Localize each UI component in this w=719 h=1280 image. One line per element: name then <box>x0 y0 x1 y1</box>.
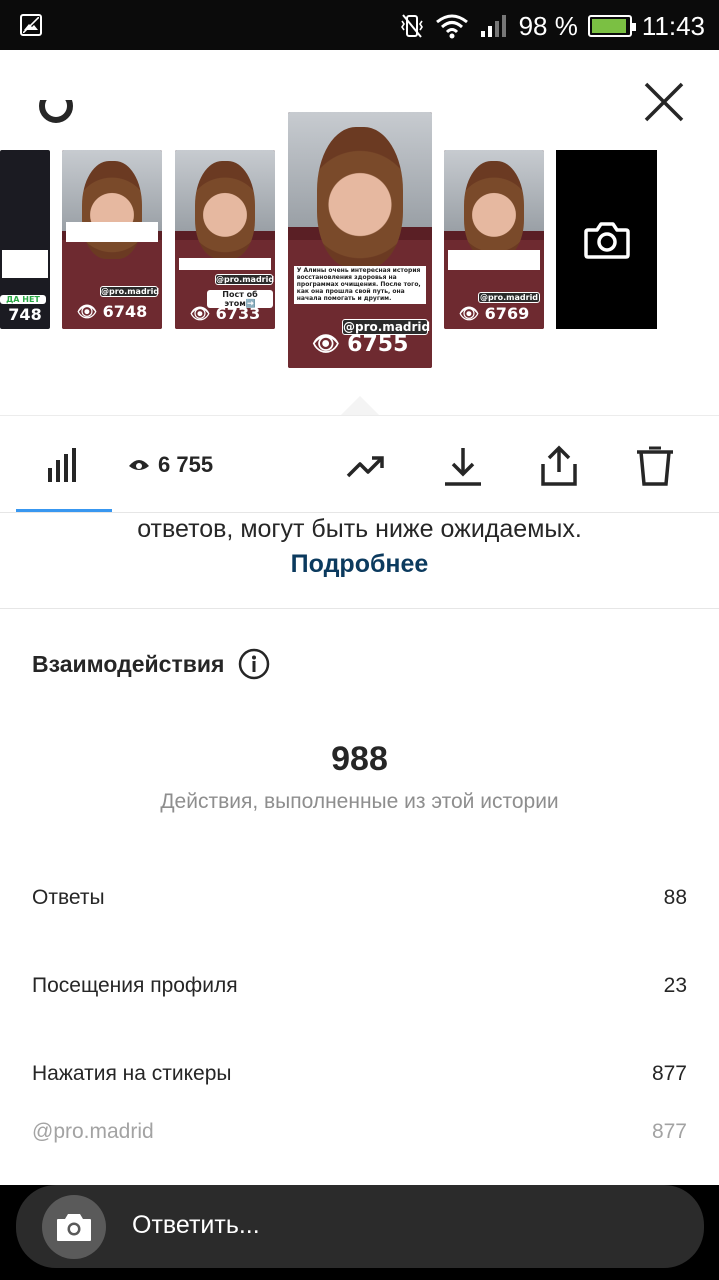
info-icon[interactable] <box>238 648 270 680</box>
reply-placeholder: Ответить... <box>132 1211 260 1239</box>
story-mention-tag: @pro.madrid <box>215 274 275 285</box>
add-story-camera-tile[interactable] <box>556 150 657 329</box>
metric-label: Нажатия на стикеры <box>32 1062 232 1085</box>
share-icon[interactable] <box>537 444 581 488</box>
metric-value: 88 <box>663 886 687 909</box>
interactions-subtitle: Действия, выполненные из этой истории <box>160 790 559 813</box>
section-title: Взаимодействия <box>32 648 270 680</box>
camera-icon <box>57 1214 91 1241</box>
settings-gear-icon[interactable] <box>32 100 80 130</box>
story-thumbnail[interactable]: @pro.madrid Пост об этом➡️ 👁 6733 <box>175 150 275 329</box>
story-thumbnail[interactable]: @pro.madrid 👁 6748 <box>62 150 162 329</box>
metric-row-mention-sticker: @pro.madrid 877 <box>32 1120 687 1144</box>
close-icon[interactable] <box>640 78 688 126</box>
wifi-icon <box>435 14 468 39</box>
insights-toolbar: 6 755 <box>0 415 719 513</box>
story-mention-tag: @pro.madrid <box>478 292 540 303</box>
metric-label: Посещения профиля <box>32 974 238 997</box>
metric-value: 877 <box>651 1062 687 1085</box>
trash-icon[interactable] <box>633 444 677 488</box>
views-summary: 6 755 <box>128 452 213 478</box>
active-tab-indicator <box>16 509 112 512</box>
status-bar: 98 % 11:43 <box>0 0 719 50</box>
status-icons: 98 % 11:43 <box>399 8 705 44</box>
story-caption <box>2 250 48 278</box>
trending-icon[interactable] <box>344 444 388 488</box>
story-caption <box>448 250 540 270</box>
clock: 11:43 <box>641 10 705 41</box>
section-title-text: Взаимодействия <box>32 650 225 677</box>
story-caption: У Алины очень интересная история восстан… <box>293 266 427 305</box>
story-thumbnail-selected[interactable]: У Алины очень интересная история восстан… <box>288 112 432 368</box>
disclaimer-block: ответов, могут быть ниже ожидаемых. Подр… <box>0 513 719 609</box>
image-notification-icon <box>20 14 42 36</box>
camera-icon <box>584 222 630 259</box>
story-views: 👁 6755 <box>311 332 409 357</box>
story-views: 748 <box>8 305 42 324</box>
metric-value: 23 <box>663 974 687 997</box>
metric-label: @pro.madrid <box>32 1120 154 1143</box>
reply-bar: Ответить... <box>0 1185 719 1280</box>
metric-row-profile-visits: Посещения профиля 23 <box>32 974 687 998</box>
poll-buttons: ДА НЕТ <box>0 295 46 304</box>
interactions-section: Взаимодействия 988 Действия, выполненные… <box>0 610 719 1185</box>
story-views: 👁 6748 <box>76 302 148 321</box>
battery-percent: 98 % <box>518 10 578 41</box>
metric-label: Ответы <box>32 886 105 909</box>
story-mention-tag: @pro.madrid <box>100 286 160 297</box>
story-thumbnail[interactable]: @pro.madrid 👁 6769 <box>444 150 544 329</box>
story-views-count: 6755 <box>347 332 409 357</box>
story-caption <box>66 222 158 242</box>
reply-input[interactable]: Ответить... <box>16 1185 704 1268</box>
battery-icon <box>587 15 636 37</box>
eye-icon <box>129 460 149 470</box>
bar-chart-icon[interactable] <box>42 444 86 488</box>
story-views: 👁 6733 <box>189 304 261 323</box>
views-count: 6 755 <box>158 452 214 477</box>
interactions-total: 988 <box>331 740 388 778</box>
learn-more-link[interactable]: Подробнее <box>0 550 719 579</box>
story-views-count: 6733 <box>215 304 261 323</box>
story-thumbnail[interactable]: ДА НЕТ 748 <box>0 150 50 329</box>
story-caption <box>179 258 271 270</box>
metric-value: 877 <box>651 1120 687 1143</box>
metric-row-replies: Ответы 88 <box>32 886 687 910</box>
download-icon[interactable] <box>441 444 485 488</box>
metric-row-sticker-taps: Нажатия на стикеры 877 <box>32 1062 687 1086</box>
story-views-count: 6748 <box>102 302 148 321</box>
reply-camera-button[interactable] <box>42 1195 106 1259</box>
selection-pointer <box>340 396 380 416</box>
disclaimer-text: ответов, могут быть ниже ожидаемых. <box>137 515 582 543</box>
story-views-count: 6769 <box>484 304 530 323</box>
signal-icon <box>480 15 506 37</box>
vibrate-icon <box>400 14 423 38</box>
story-views: 👁 6769 <box>458 304 530 323</box>
